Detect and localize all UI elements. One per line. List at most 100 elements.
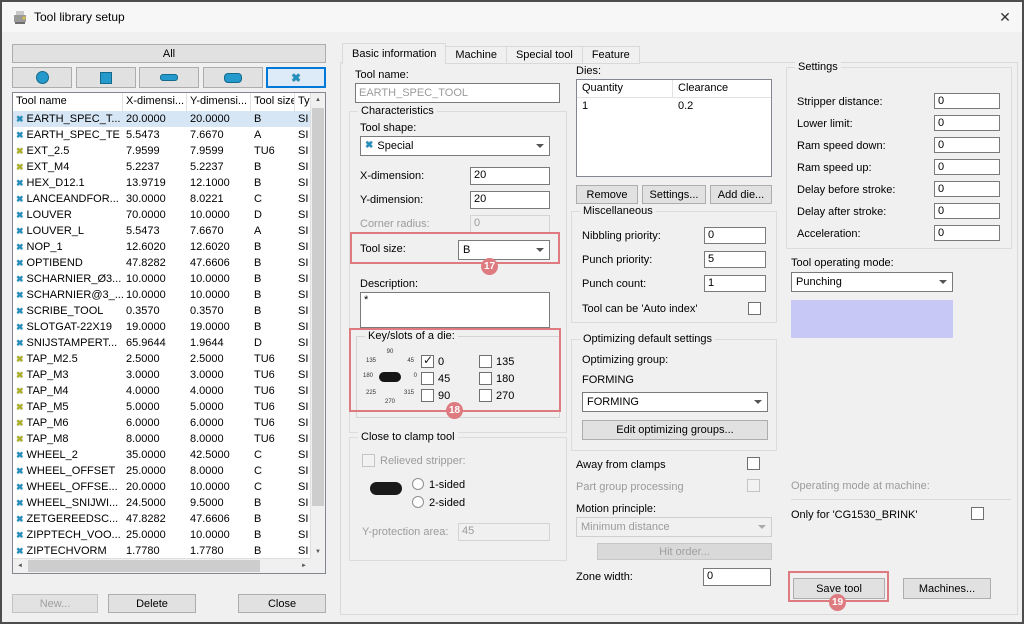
y-dimension-field[interactable]: 20: [470, 191, 550, 209]
table-row[interactable]: ✖EARTH_SPEC_TE 5.5473 7.6670 A SI: [13, 127, 311, 143]
remove-die-button[interactable]: Remove: [576, 185, 638, 204]
tool-operating-mode-label: Tool operating mode:: [791, 257, 894, 269]
key-slot-90-checkbox[interactable]: [421, 389, 434, 402]
table-row[interactable]: ✖TAP_M3 3.0000 3.0000 TU6 SI: [13, 367, 311, 383]
key-slot-0-checkbox[interactable]: [421, 355, 434, 368]
machines-button[interactable]: Machines...: [903, 578, 991, 599]
scroll-up-icon[interactable]: ▲: [311, 93, 325, 107]
all-filter-button[interactable]: All: [12, 44, 326, 63]
nibbling-priority-field[interactable]: 0: [704, 227, 766, 244]
table-row[interactable]: ✖SLOTGAT-22X19 19.0000 19.0000 B SI: [13, 319, 311, 335]
x-dimension-field[interactable]: 20: [470, 167, 550, 185]
punch-priority-field[interactable]: 5: [704, 251, 766, 268]
table-row[interactable]: ✖SCRIBE_TOOL 0.3570 0.3570 B SI: [13, 303, 311, 319]
dial-315: 315: [404, 390, 414, 396]
table-row[interactable]: ✖TAP_M4 4.0000 4.0000 TU6 SI: [13, 383, 311, 399]
delay-after-stroke-field[interactable]: 0: [934, 203, 1000, 219]
special-tool-filter-button[interactable]: ✖: [266, 67, 326, 88]
table-row[interactable]: ✖SNIJSTAMPERT... 65.9644 1.9644 D SI: [13, 335, 311, 351]
new-button: New...: [12, 594, 98, 613]
punch-count-field[interactable]: 1: [704, 275, 766, 292]
away-from-clamps-checkbox[interactable]: [747, 457, 760, 470]
table-row[interactable]: ✖SCHARNIER_Ø3... 10.0000 10.0000 B SI: [13, 271, 311, 287]
tool-size-dropdown[interactable]: B: [458, 240, 550, 260]
vertical-scroll-thumb[interactable]: [312, 108, 324, 506]
table-row[interactable]: ✖WHEEL_OFFSE... 20.0000 10.0000 C SI: [13, 479, 311, 495]
delay-before-stroke-field[interactable]: 0: [934, 181, 1000, 197]
table-row[interactable]: ✖WHEEL_SNIJWI... 24.5000 9.5000 B SI: [13, 495, 311, 511]
optimizing-group-dropdown[interactable]: FORMING: [582, 392, 768, 412]
dies-row[interactable]: 1 0.2: [577, 98, 771, 114]
tool-shape-dropdown[interactable]: ✖ Special: [360, 136, 550, 156]
die-settings-button[interactable]: Settings...: [642, 185, 706, 204]
key-slot-135-checkbox[interactable]: [479, 355, 492, 368]
table-row[interactable]: ✖ZIPPTECH_VOO... 25.0000 10.0000 B SI: [13, 527, 311, 543]
table-row[interactable]: ✖ZETGEREEDSC... 47.8282 47.6606 B SI: [13, 511, 311, 527]
table-row[interactable]: ✖HEX_D12.1 13.9719 12.1000 B SI: [13, 175, 311, 191]
table-row[interactable]: ✖ZIPTECHVORM 1.7780 1.7780 B SI: [13, 543, 311, 559]
edit-optimizing-groups-button[interactable]: Edit optimizing groups...: [582, 420, 768, 440]
delete-button[interactable]: Delete: [108, 594, 196, 613]
scroll-right-icon[interactable]: ►: [297, 559, 311, 573]
rectangle-tool-filter-button[interactable]: [139, 67, 199, 88]
dies-col-clearance[interactable]: Clearance: [673, 80, 771, 97]
auto-index-checkbox[interactable]: [748, 302, 761, 315]
tab-machine[interactable]: Machine: [445, 46, 507, 64]
col-y-dimension[interactable]: Y-dimensi...: [187, 93, 251, 111]
tool-x-icon: ✖: [16, 307, 24, 316]
table-row[interactable]: ✖WHEEL_2 35.0000 42.5000 C SI: [13, 447, 311, 463]
dial-135: 135: [366, 358, 376, 364]
horizontal-scrollbar[interactable]: ◄ ►: [13, 558, 311, 573]
col-type[interactable]: Ty: [295, 93, 311, 111]
close-button[interactable]: Close: [238, 594, 326, 613]
table-row[interactable]: ✖LANCEANDFOR... 30.0000 8.0221 C SI: [13, 191, 311, 207]
zone-width-field[interactable]: 0: [703, 568, 771, 586]
table-row[interactable]: ✖TAP_M5 5.0000 5.0000 TU6 SI: [13, 399, 311, 415]
table-row[interactable]: ✖EXT_2.5 7.9599 7.9599 TU6 SI: [13, 143, 311, 159]
delay-after-stroke-label: Delay after stroke:: [797, 206, 886, 218]
ram-speed-down-field[interactable]: 0: [934, 137, 1000, 153]
scroll-left-icon[interactable]: ◄: [13, 559, 27, 573]
table-row[interactable]: ✖TAP_M6 6.0000 6.0000 TU6 SI: [13, 415, 311, 431]
key-slot-45-checkbox[interactable]: [421, 372, 434, 385]
scroll-down-icon[interactable]: ▼: [311, 545, 325, 559]
vertical-scrollbar[interactable]: ▲ ▼: [310, 93, 325, 559]
close-icon[interactable]: ✕: [992, 4, 1018, 30]
ram-speed-up-field[interactable]: 0: [934, 159, 1000, 175]
table-row[interactable]: ✖WHEEL_OFFSET 25.0000 8.0000 C SI: [13, 463, 311, 479]
description-field[interactable]: *: [360, 292, 550, 328]
col-tool-name[interactable]: Tool name: [13, 93, 123, 111]
table-row[interactable]: ✖SCHARNIER@3_... 10.0000 10.0000 B SI: [13, 287, 311, 303]
tab-feature[interactable]: Feature: [582, 46, 640, 64]
tool-x-icon: ✖: [16, 195, 24, 204]
stripper-distance-field[interactable]: 0: [934, 93, 1000, 109]
tool-operating-mode-dropdown[interactable]: Punching: [791, 272, 953, 292]
tab-basic-information[interactable]: Basic information: [342, 43, 446, 65]
table-row[interactable]: ✖LOUVER 70.0000 10.0000 D SI: [13, 207, 311, 223]
table-row[interactable]: ✖LOUVER_L 5.5473 7.6670 A SI: [13, 223, 311, 239]
dies-col-quantity[interactable]: Quantity: [577, 80, 673, 97]
add-die-button[interactable]: Add die...: [710, 185, 772, 204]
table-row[interactable]: ✖TAP_M2.5 2.5000 2.5000 TU6 SI: [13, 351, 311, 367]
table-row[interactable]: ✖OPTIBEND 47.8282 47.6606 B SI: [13, 255, 311, 271]
tool-x-icon: ✖: [16, 243, 24, 252]
one-sided-radio[interactable]: [412, 478, 424, 490]
acceleration-field[interactable]: 0: [934, 225, 1000, 241]
only-for-checkbox[interactable]: [971, 507, 984, 520]
obround-tool-filter-button[interactable]: [203, 67, 263, 88]
two-sided-radio[interactable]: [412, 496, 424, 508]
square-tool-filter-button[interactable]: [76, 67, 136, 88]
tool-name-field[interactable]: EARTH_SPEC_TOOL: [355, 83, 560, 103]
tab-special-tool[interactable]: Special tool: [506, 46, 583, 64]
table-row[interactable]: ✖TAP_M8 8.0000 8.0000 TU6 SI: [13, 431, 311, 447]
lower-limit-field[interactable]: 0: [934, 115, 1000, 131]
horizontal-scroll-thumb[interactable]: [28, 560, 260, 572]
key-slot-270-checkbox[interactable]: [479, 389, 492, 402]
table-row[interactable]: ✖EXT_M4 5.2237 5.2237 B SI: [13, 159, 311, 175]
table-row[interactable]: ✖NOP_1 12.6020 12.6020 B SI: [13, 239, 311, 255]
key-slot-180-checkbox[interactable]: [479, 372, 492, 385]
col-x-dimension[interactable]: X-dimensi...: [123, 93, 187, 111]
col-tool-size[interactable]: Tool size: [251, 93, 295, 111]
table-row[interactable]: ✖EARTH_SPEC_T... 20.0000 20.0000 B SI: [13, 111, 311, 127]
round-tool-filter-button[interactable]: [12, 67, 72, 88]
